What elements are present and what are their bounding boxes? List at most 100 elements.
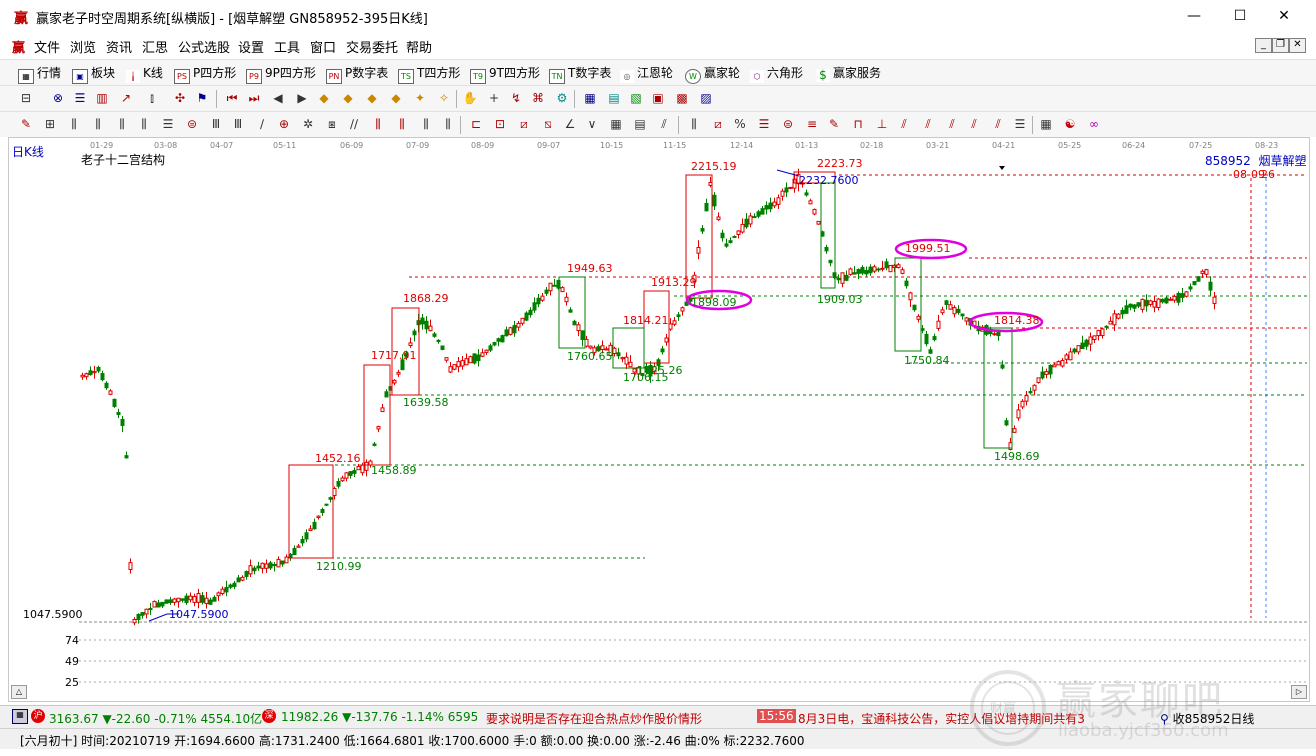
tool-icon[interactable]: ⫼ — [394, 117, 410, 132]
mdi-minimize-button[interactable]: _ — [1255, 38, 1272, 53]
diamond-left-icon[interactable]: ◆ — [364, 91, 380, 106]
tool-icon[interactable]: ⫽ — [944, 117, 960, 132]
calendar-icon[interactable]: ▦ — [12, 709, 28, 724]
candle-type-icon[interactable]: ⫾ — [144, 91, 160, 106]
menu-item-window[interactable]: 窗口 — [310, 37, 336, 56]
menu-item-settings[interactable]: 设置 — [238, 37, 264, 56]
index2-value[interactable]: 11982.26 ▼-137.76 -1.14% 6595.5 — [281, 710, 477, 724]
tool-icon[interactable]: ⫼ — [66, 117, 82, 132]
tool-icon[interactable]: ⊥ — [874, 117, 890, 132]
tool-icon[interactable]: ∠ — [562, 117, 578, 132]
tool-icon[interactable]: Ⅲ — [230, 117, 246, 132]
tool-icon[interactable]: ⫼ — [686, 117, 702, 132]
tool-icon[interactable]: ⫽ — [990, 117, 1006, 132]
menu-item-browse[interactable]: 浏览 — [70, 37, 96, 56]
print-icon[interactable]: ▩ — [674, 91, 690, 106]
cycle-icon[interactable]: ⊜ — [184, 117, 200, 132]
last-icon[interactable]: ⏭ — [246, 91, 262, 106]
zoom-out-icon[interactable]: ✧ — [436, 91, 452, 106]
chart-panel[interactable]: 01-29 03-08 04-07 05-11 06-09 07-09 08-09 09-07… — [8, 137, 1310, 702]
tool-icon[interactable]: ∨ — [584, 117, 600, 132]
menu-item-tools[interactable]: 工具 — [274, 37, 300, 56]
menu-item-file[interactable]: 文件 — [34, 37, 60, 56]
yin-yang-icon[interactable]: ☯ — [1062, 117, 1078, 132]
diamond-up-icon[interactable]: ◆ — [316, 91, 332, 106]
tool-icon[interactable]: ✎ — [826, 117, 842, 132]
menu-item-help[interactable]: 帮助 — [406, 37, 432, 56]
infinity-icon[interactable]: ∞ — [1086, 117, 1102, 132]
tool-icon[interactable]: ⧆ — [324, 117, 340, 132]
kline-chart[interactable]: 01-29 03-08 04-07 05-11 06-09 07-09 08-09 09-07… — [9, 138, 1309, 701]
diamond-down-icon[interactable]: ◆ — [340, 91, 356, 106]
tool-icon[interactable]: ⧄ — [710, 117, 726, 132]
tool-icon[interactable]: ⊞ — [42, 117, 58, 132]
tool-icon[interactable]: ⊓ — [850, 117, 866, 132]
news-ticker-2[interactable]: 8月3日电，宝通科技公告，实控人倡议增持期间共有3 — [798, 710, 1132, 727]
tool-icon[interactable]: ∕∕ — [346, 117, 362, 132]
toolbar-kline[interactable]: ╽ K线 — [126, 64, 163, 83]
prev-icon[interactable]: ◀ — [270, 91, 286, 106]
toolbar-t-square[interactable]: TS T四方形 — [398, 64, 460, 84]
table-icon[interactable]: ▦ — [1038, 117, 1054, 132]
tool-icon[interactable]: ☰ — [1012, 117, 1028, 132]
menu-item-formula[interactable]: 公式选股 — [178, 37, 230, 56]
tool-icon[interactable]: ∕ — [254, 117, 270, 132]
zoom-icon[interactable]: ⊗ — [50, 91, 66, 106]
toolbar-gann-wheel[interactable]: ◎ 江恩轮 — [620, 64, 673, 83]
layout-icon[interactable]: ⊟ — [18, 91, 34, 106]
toolbar-p-table[interactable]: PN P数字表 — [326, 64, 388, 84]
minimize-button[interactable]: — — [1172, 4, 1216, 28]
tool-icon[interactable]: ⫼ — [114, 117, 130, 132]
toolbar-t-table[interactable]: TN T数字表 — [549, 64, 611, 84]
tool-icon[interactable]: Ⅲ — [208, 117, 224, 132]
tool-icon[interactable]: ⫼ — [418, 117, 434, 132]
hand-icon[interactable]: ✋ — [462, 91, 478, 106]
target-icon[interactable]: ⊕ — [276, 117, 292, 132]
mdi-close-button[interactable]: ✕ — [1289, 38, 1306, 53]
toolbar-quote[interactable]: ▦ 行情 — [18, 64, 61, 84]
tool-icon[interactable]: ☰ — [756, 117, 772, 132]
pattern-icon[interactable]: ⚙ — [554, 91, 570, 106]
tool-icon[interactable]: ≡ — [804, 117, 820, 132]
close-button[interactable]: ✕ — [1262, 4, 1306, 28]
tool-icon[interactable]: ⫼ — [370, 117, 386, 132]
export-icon[interactable]: ▨ — [698, 91, 714, 106]
line-tool-icon[interactable]: ↯ — [508, 91, 524, 106]
save-icon[interactable]: ▣ — [650, 91, 666, 106]
tool-icon[interactable]: ⧄ — [516, 117, 532, 132]
gift-icon[interactable]: ⌘ — [530, 91, 546, 106]
mdi-restore-button[interactable]: ❐ — [1272, 38, 1289, 53]
menu-item-news[interactable]: 资讯 — [106, 37, 132, 56]
scroll-up-button[interactable]: △ — [11, 685, 27, 699]
next-icon[interactable]: ▶ — [294, 91, 310, 106]
first-icon[interactable]: ⏮ — [224, 91, 240, 106]
tool-icon[interactable]: ▦ — [608, 117, 624, 132]
crosshair-icon[interactable]: + — [486, 91, 502, 106]
calculator-icon[interactable]: ▤ — [606, 91, 622, 106]
diamond-right-icon[interactable]: ◆ — [388, 91, 404, 106]
toolbar-9p-square[interactable]: P9 9P四方形 — [246, 64, 316, 84]
pen-icon[interactable]: ✎ — [18, 117, 34, 132]
index1-value[interactable]: 3163.67 ▼-22.60 -0.71% 4554.10亿 — [49, 710, 262, 727]
tool-icon[interactable]: ⊜ — [780, 117, 796, 132]
tool-icon[interactable]: ⫽ — [896, 117, 912, 132]
flag-icon[interactable]: ⚑ — [194, 91, 210, 106]
bar-chart-icon[interactable]: ▥ — [94, 91, 110, 106]
toolbar-service[interactable]: $ 赢家服务 — [816, 64, 881, 82]
menu-item-huisi[interactable]: 汇思 — [142, 37, 168, 56]
tool-icon[interactable]: ⫽ — [656, 117, 672, 132]
tool-icon[interactable]: ✲ — [300, 117, 316, 132]
tool-icon[interactable]: ⫼ — [136, 117, 152, 132]
trend-icon[interactable]: ↗ — [118, 91, 134, 106]
toolbar-p-square[interactable]: PS P四方形 — [174, 64, 236, 84]
toolbar-sector[interactable]: ▣ 板块 — [72, 64, 115, 84]
tool-icon[interactable]: ⊏ — [468, 117, 484, 132]
tool-icon[interactable]: ▤ — [632, 117, 648, 132]
tool-icon[interactable]: ⫽ — [966, 117, 982, 132]
percent-icon[interactable]: % — [732, 117, 748, 132]
tool-icon[interactable]: ⊡ — [492, 117, 508, 132]
scroll-right-button[interactable]: ▷ — [1291, 685, 1307, 699]
tool-icon[interactable]: ⫼ — [440, 117, 456, 132]
tool-icon[interactable]: ⫼ — [90, 117, 106, 132]
calendar-icon[interactable]: ▦ — [582, 91, 598, 106]
